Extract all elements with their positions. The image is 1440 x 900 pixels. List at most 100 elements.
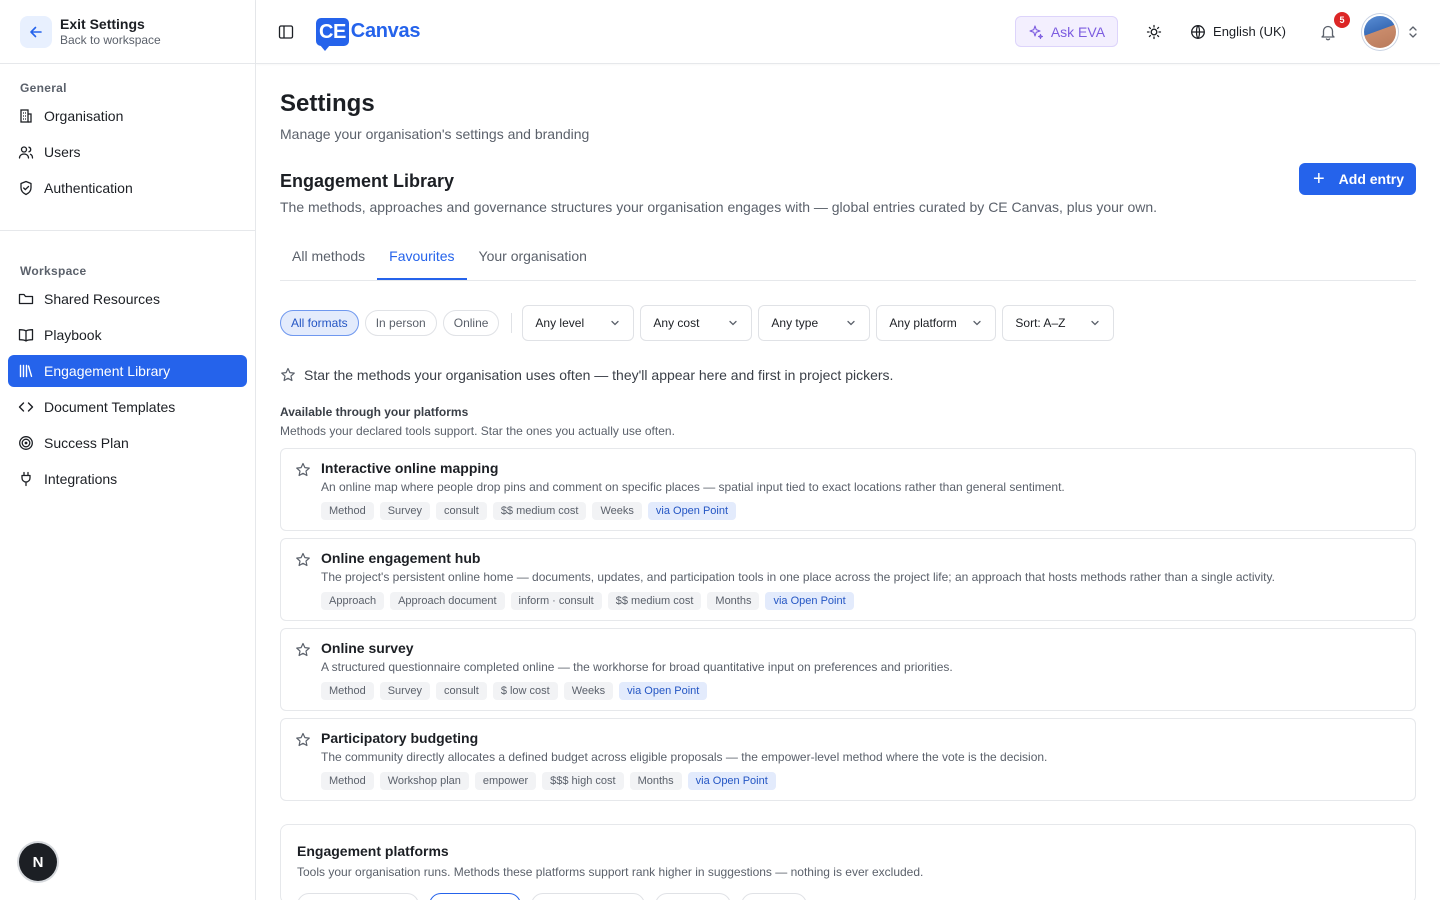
- exit-settings-title: Exit Settings: [60, 15, 145, 32]
- method-card[interactable]: Online survey A structured questionnaire…: [280, 628, 1416, 711]
- method-card[interactable]: Participatory budgeting The community di…: [280, 718, 1416, 801]
- language-label: English (UK): [1213, 24, 1286, 39]
- ask-eva-label: Ask EVA: [1050, 23, 1106, 40]
- method-description: An online map where people drop pins and…: [321, 480, 1065, 494]
- users-icon: [18, 146, 34, 159]
- method-tag: $$ medium cost: [607, 592, 702, 610]
- platform-chip[interactable]: [741, 893, 807, 900]
- platform-chip[interactable]: [655, 893, 731, 900]
- theme-toggle-button[interactable]: [1138, 16, 1170, 48]
- platform-select[interactable]: Any platform: [876, 305, 997, 341]
- exit-settings[interactable]: Exit Settings Back to workspace: [0, 0, 255, 64]
- method-title: Participatory budgeting: [321, 730, 479, 746]
- app-logo[interactable]: CE Canvas: [316, 17, 420, 51]
- method-tag: empower: [474, 772, 537, 790]
- format-chip-in-person[interactable]: In person: [364, 310, 437, 336]
- method-description: A structured questionnaire completed onl…: [321, 660, 953, 674]
- format-chip-online[interactable]: Online: [442, 310, 500, 336]
- star-outline-icon[interactable]: [295, 642, 311, 658]
- settings-main: Settings Manage your organisation's sett…: [280, 64, 1416, 900]
- sidebar-item-authentication[interactable]: Authentication: [8, 172, 247, 204]
- type-select[interactable]: Any type: [758, 305, 871, 341]
- level-select[interactable]: Any level: [522, 305, 635, 341]
- method-description: The community directly allocates a defin…: [321, 750, 1048, 764]
- hint-text: Star the methods your organisation uses …: [304, 367, 894, 383]
- tab-all-methods[interactable]: All methods: [280, 241, 377, 280]
- method-tag: Survey: [379, 682, 430, 700]
- select-value: Sort: A–Z: [1015, 316, 1066, 330]
- method-tag: Method: [321, 502, 374, 520]
- method-card[interactable]: Online engagement hub The project's pers…: [280, 538, 1416, 621]
- library-icon: [19, 364, 33, 378]
- notifications-button[interactable]: 5: [1312, 11, 1350, 48]
- sidebar-item-playbook[interactable]: Playbook: [8, 319, 247, 351]
- dev-tools-avatar[interactable]: N: [19, 843, 57, 881]
- platform-tag: via Open Point: [619, 682, 708, 700]
- filter-bar: All formats In person Online Any level A…: [280, 297, 1416, 349]
- sidebar-item-shared-resources[interactable]: Shared Resources: [8, 283, 247, 315]
- method-tag: inform · consult: [510, 592, 602, 610]
- chevron-down-icon: [1091, 320, 1100, 326]
- engagement-platforms-card: Engagement platforms Tools your organisa…: [280, 824, 1416, 900]
- star-outline-icon[interactable]: [295, 552, 311, 568]
- star-outline-icon[interactable]: [295, 462, 311, 478]
- sidebar-item-engagement-library[interactable]: Engagement Library: [8, 355, 247, 387]
- sidebar-item-label: Shared Resources: [44, 291, 160, 307]
- method-tag: Survey: [379, 502, 430, 520]
- platform-chip[interactable]: [429, 893, 521, 900]
- sidebar-item-label: Authentication: [44, 180, 133, 196]
- sidebar-toggle-icon[interactable]: [276, 22, 296, 42]
- account-menu-chevron-icon[interactable]: [1406, 16, 1420, 48]
- platform-tag: via Open Point: [765, 592, 854, 610]
- method-title: Online engagement hub: [321, 550, 481, 566]
- filter-divider: [511, 313, 513, 333]
- user-avatar[interactable]: [1364, 15, 1396, 48]
- workspace-group: Workspace Shared Resources Playbook Enga…: [0, 231, 255, 515]
- language-selector[interactable]: English (UK): [1190, 24, 1286, 40]
- tab-favourites[interactable]: Favourites: [377, 241, 467, 280]
- chevron-down-icon: [847, 320, 856, 326]
- target-icon: [19, 436, 33, 450]
- sidebar-item-document-templates[interactable]: Document Templates: [8, 391, 247, 423]
- sidebar-item-organisation[interactable]: Organisation: [8, 100, 247, 132]
- add-entry-button[interactable]: + Add entry: [1298, 163, 1416, 195]
- plus-icon: +: [1312, 168, 1325, 190]
- folder-icon: [18, 293, 34, 305]
- building-icon: [20, 109, 32, 123]
- star-outline-icon[interactable]: [295, 732, 311, 748]
- method-tag: Approach document: [390, 592, 505, 610]
- sidebar-item-label: Success Plan: [44, 435, 129, 451]
- select-value: Any type: [771, 316, 819, 330]
- globe-icon: [1191, 24, 1205, 39]
- sidebar-item-success-plan[interactable]: Success Plan: [8, 427, 247, 459]
- format-chip-all[interactable]: All formats: [280, 310, 359, 336]
- tab-your-organisation[interactable]: Your organisation: [467, 241, 599, 280]
- method-tag: Workshop plan: [379, 772, 469, 790]
- platform-chip[interactable]: [531, 893, 645, 900]
- sort-select[interactable]: Sort: A–Z: [1002, 305, 1115, 341]
- notification-count-badge: 5: [1334, 11, 1350, 28]
- cost-select[interactable]: Any cost: [640, 305, 753, 341]
- back-arrow-icon[interactable]: [20, 15, 52, 48]
- platform-chip[interactable]: [297, 893, 419, 900]
- available-subtitle: Methods your declared tools support. Sta…: [280, 424, 675, 438]
- sidebar-item-label: Organisation: [44, 108, 124, 124]
- sidebar-item-users[interactable]: Users: [8, 136, 247, 168]
- method-tag: Method: [321, 772, 374, 790]
- platforms-title: Engagement platforms: [297, 843, 449, 859]
- ask-eva-button[interactable]: Ask EVA: [1014, 16, 1119, 47]
- bell-icon: [1321, 25, 1335, 40]
- method-tag: Months: [629, 772, 682, 790]
- method-title: Online survey: [321, 640, 414, 656]
- method-card[interactable]: Interactive online mapping An online map…: [280, 448, 1416, 531]
- library-tabs: All methods Favourites Your organisation: [280, 241, 1416, 281]
- sidebar-item-integrations[interactable]: Integrations: [8, 463, 247, 495]
- workspace-label: Workspace: [20, 264, 87, 278]
- page-title: Settings: [280, 90, 375, 117]
- method-tag: Weeks: [563, 682, 614, 700]
- top-bar: CE Canvas Ask EVA English (UK) 5: [256, 0, 1440, 64]
- sidebar-item-label: Integrations: [44, 471, 118, 487]
- method-tag: Months: [707, 592, 760, 610]
- method-tag: $ low cost: [492, 682, 558, 700]
- select-value: Any level: [535, 316, 585, 330]
